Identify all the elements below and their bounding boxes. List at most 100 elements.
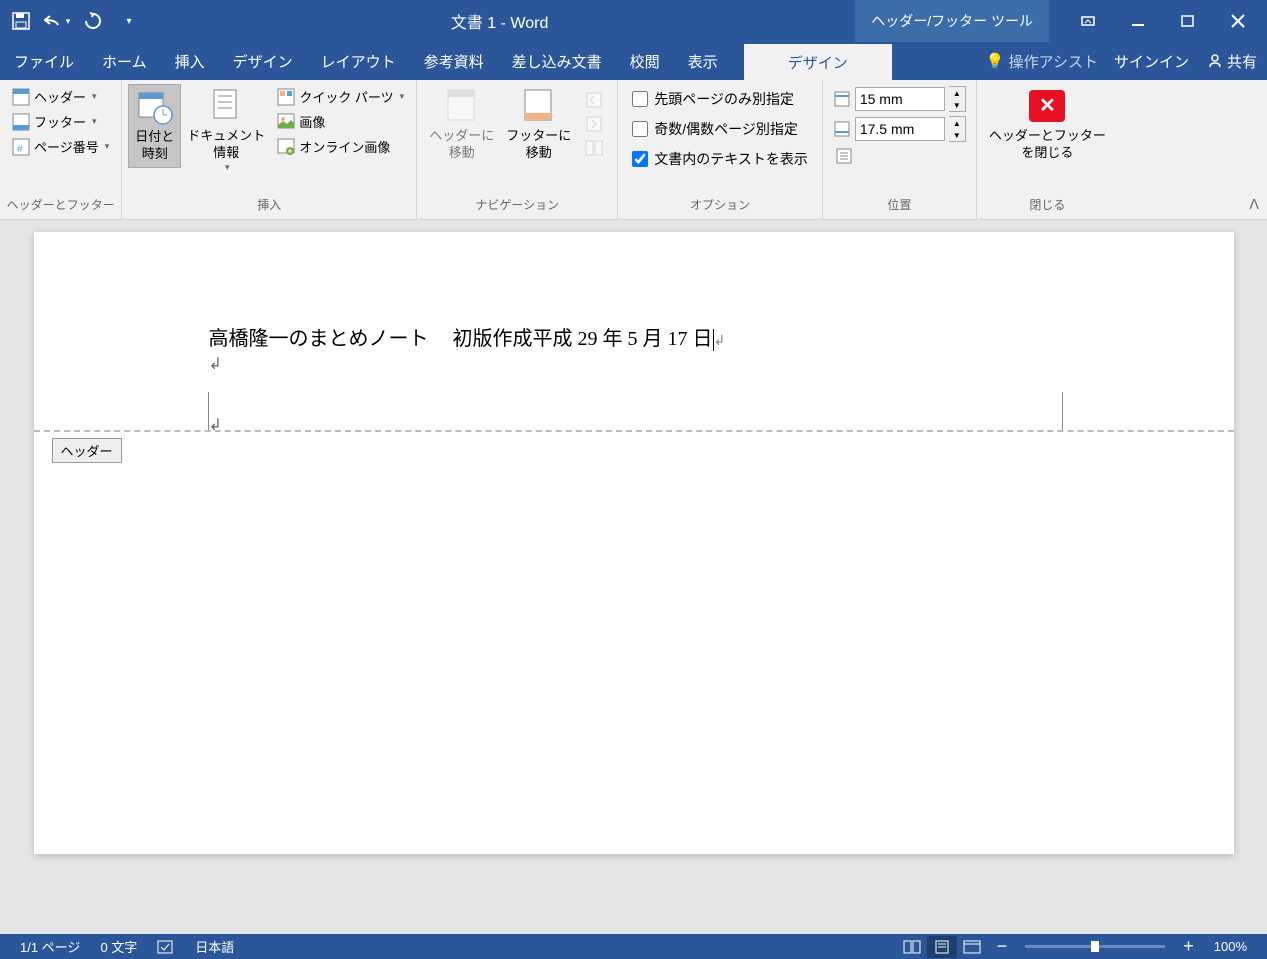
pictures-icon [277,113,295,131]
language-button[interactable]: 日本語 [185,937,244,956]
footer-label: フッター [34,112,86,131]
header-edit-area[interactable]: 高橋隆一のまとめノート 初版作成平成 29 年 5 月 17 日↲ ↲ [34,232,1234,380]
group-label-close: 閉じる [977,193,1118,219]
tab-references[interactable]: 参考資料 [410,42,498,80]
next-button [579,112,609,136]
group-label-navigation: ナビゲーション [417,193,617,219]
share-button[interactable]: 共有 [1197,42,1267,80]
insert-alignment-tab-button[interactable] [829,144,970,168]
redo-button[interactable] [78,6,108,36]
contextual-tab-label: ヘッダー/フッター ツール [855,0,1049,42]
document-info-icon [208,88,244,124]
quick-parts-label: クイック パーツ [299,87,393,106]
date-time-label: 日付と 時刻 [135,129,174,163]
word-count[interactable]: 0 文字 [90,937,147,956]
header-icon [12,88,30,106]
zoom-slider[interactable] [1025,945,1165,948]
tab-file[interactable]: ファイル [0,42,88,80]
previous-button [579,88,609,112]
chevron-down-icon: ▾ [105,141,110,152]
show-text-label: 文書内のテキストを表示 [654,149,808,169]
goto-header-icon [444,88,480,124]
zoom-in-button[interactable]: + [1173,936,1204,957]
pictures-label: 画像 [299,112,325,131]
tab-insert[interactable]: 挿入 [161,42,219,80]
window-title: 文書 1 - Word [144,9,855,33]
save-button[interactable] [6,6,36,36]
show-document-text-checkbox[interactable]: 文書内のテキストを表示 [624,144,816,174]
group-insert: 日付と 時刻 ドキュメント 情報 ▾ クイック パーツ ▾ 画像 [122,80,417,219]
lightbulb-icon: 💡 [986,52,1005,70]
tell-me-label: 操作アシスト [1009,51,1098,72]
previous-icon [585,91,603,109]
goto-footer-icon [521,88,557,124]
tab-review[interactable]: 校閲 [616,42,674,80]
page-count[interactable]: 1/1 ページ [10,937,90,956]
goto-footer-button[interactable]: フッターに 移動 [500,84,577,166]
online-pictures-button[interactable]: オンライン画像 [271,134,410,159]
chevron-down-icon: ▾ [225,162,230,174]
different-odd-even-checkbox[interactable]: 奇数/偶数ページ別指定 [624,114,816,144]
qat-customize[interactable]: ▾ [114,6,144,36]
header-text-line1[interactable]: 高橋隆一のまとめノート 初版作成平成 29 年 5 月 17 日↲ [34,322,1234,351]
group-label-headerfooter: ヘッダーとフッター [0,193,121,219]
spinner-down[interactable]: ▼ [949,99,965,111]
tab-view[interactable]: 表示 [674,42,732,80]
tab-home[interactable]: ホーム [88,42,161,80]
paragraph-mark-line2: ↲ [34,351,1234,380]
close-header-footer-button[interactable]: ✕ ヘッダーとフッター を閉じる [983,84,1112,166]
pictures-button[interactable]: 画像 [271,109,410,134]
close-header-footer-label: ヘッダーとフッター を閉じる [989,128,1106,162]
zoom-out-button[interactable]: − [987,936,1018,957]
footer-bottom-input[interactable]: 17.5 mm [855,117,945,141]
tab-mailings[interactable]: 差し込み文書 [498,42,616,80]
online-pictures-label: オンライン画像 [299,137,390,156]
header-label: ヘッダー [34,87,86,106]
header-text-part2: 初版作成平成 29 年 5 月 17 日 [453,328,713,350]
online-pictures-icon [277,138,295,156]
footer-icon [12,113,30,131]
chevron-down-icon: ▾ [400,91,405,102]
window-controls [1065,6,1261,36]
sign-in-button[interactable]: サインイン [1106,42,1197,80]
header-top-input[interactable]: 15 mm [855,87,945,111]
ribbon-tabs: ファイル ホーム 挿入 デザイン レイアウト 参考資料 差し込み文書 校閲 表示… [0,42,1267,80]
zoom-level[interactable]: 100% [1204,939,1257,954]
print-layout-button[interactable] [927,936,957,958]
date-time-icon [137,89,173,125]
page-number-icon: # [12,138,30,156]
paragraph-mark-icon: ↲ [714,334,726,349]
tab-design[interactable]: デザイン [219,42,307,80]
undo-button[interactable]: ▾ [42,6,72,36]
proofing-button[interactable] [147,939,185,955]
spinner-up[interactable]: ▲ [949,117,965,129]
page-number-button[interactable]: # ページ番号 ▾ [6,134,115,159]
footer-button[interactable]: フッター ▾ [6,109,115,134]
tab-headerfooter-design[interactable]: デザイン [744,42,892,80]
document-page[interactable]: 高橋隆一のまとめノート 初版作成平成 29 年 5 月 17 日↲ ↲ ヘッダー… [34,232,1234,854]
quick-parts-button[interactable]: クイック パーツ ▾ [271,84,410,109]
svg-text:#: # [17,144,23,155]
tell-me-search[interactable]: 💡 操作アシスト [978,42,1106,80]
header-position-icon [833,90,851,108]
web-layout-button[interactable] [957,936,987,958]
different-first-page-checkbox[interactable]: 先頭ページのみ別指定 [624,84,816,114]
read-mode-button[interactable] [897,936,927,958]
zoom-slider-thumb[interactable] [1091,941,1099,952]
ribbon-display-button[interactable] [1065,6,1111,36]
quick-access-toolbar: ▾ ▾ [6,6,144,36]
header-button[interactable]: ヘッダー ▾ [6,84,115,109]
share-icon [1207,53,1223,69]
spinner-up[interactable]: ▲ [949,87,965,99]
tab-layout[interactable]: レイアウト [307,42,410,80]
spinner-down[interactable]: ▼ [949,129,965,141]
footer-position-icon [833,120,851,138]
minimize-button[interactable] [1115,6,1161,36]
collapse-ribbon-button[interactable]: ᐱ [1249,196,1259,213]
document-info-button[interactable]: ドキュメント 情報 ▾ [181,84,271,177]
group-headerfooter: ヘッダー ▾ フッター ▾ # ページ番号 ▾ ヘッダーとフッター [0,80,122,219]
date-time-button[interactable]: 日付と 時刻 [128,84,181,168]
maximize-button[interactable] [1165,6,1211,36]
close-button[interactable] [1215,6,1261,36]
header-text-part1: 高橋隆一のまとめノート [209,322,429,351]
